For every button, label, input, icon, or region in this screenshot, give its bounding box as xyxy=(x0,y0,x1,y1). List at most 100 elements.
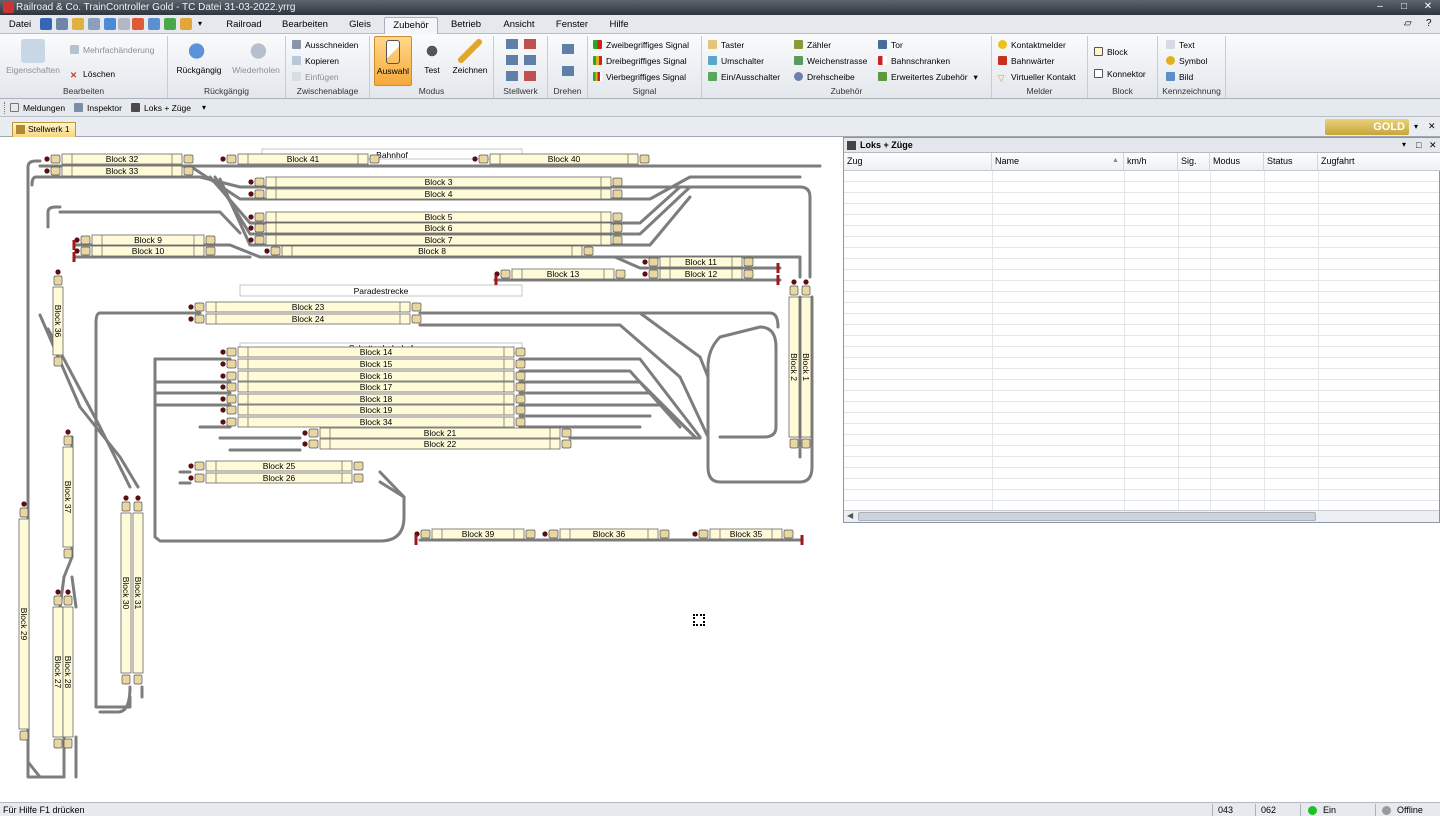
block-marker[interactable] xyxy=(353,473,364,483)
block-marker[interactable] xyxy=(254,212,265,222)
table-row[interactable] xyxy=(844,479,1439,490)
scroll-thumb[interactable] xyxy=(858,512,1316,521)
table-row[interactable] xyxy=(844,303,1439,314)
block-marker[interactable] xyxy=(226,405,237,415)
umschalter-button[interactable]: Umschalter xyxy=(708,55,764,67)
block-marker[interactable] xyxy=(411,302,422,312)
save-icon[interactable] xyxy=(40,18,52,30)
block-marker[interactable] xyxy=(515,417,526,427)
table-row[interactable] xyxy=(844,457,1439,468)
signal-icon[interactable] xyxy=(65,589,71,595)
tab-stellwerk-1[interactable]: Stellwerk 1 xyxy=(12,122,76,137)
help-icon[interactable]: ? xyxy=(1426,18,1432,29)
vierbegriffiges-signal-button[interactable]: Vierbegriffiges Signal xyxy=(593,71,686,83)
column-name[interactable]: Name xyxy=(992,153,1124,171)
signal-icon[interactable] xyxy=(264,248,270,254)
meldungen-button[interactable]: Meldungen xyxy=(10,102,65,114)
ausschneiden-button[interactable]: Ausschneiden xyxy=(292,39,358,51)
symbol-button[interactable]: Symbol xyxy=(1166,55,1207,67)
block-marker[interactable] xyxy=(63,738,73,749)
block-marker[interactable] xyxy=(226,417,237,427)
table-row[interactable] xyxy=(844,435,1439,446)
block-marker[interactable] xyxy=(19,730,29,741)
block-marker[interactable] xyxy=(63,435,73,446)
table-row[interactable] xyxy=(844,380,1439,391)
redo-icon[interactable] xyxy=(118,18,130,30)
panel-maximize-icon[interactable]: □ xyxy=(1416,138,1421,152)
tab-bearbeiten[interactable]: Bearbeiten xyxy=(276,17,334,34)
block-marker[interactable] xyxy=(648,269,659,279)
block-marker[interactable] xyxy=(254,189,265,199)
block-marker[interactable] xyxy=(525,529,536,539)
table-row[interactable] xyxy=(844,446,1439,457)
table-row[interactable] xyxy=(844,325,1439,336)
block-marker[interactable] xyxy=(63,595,73,606)
bahnwaerter-button[interactable]: Bahnwärter xyxy=(998,55,1054,67)
signal-icon[interactable] xyxy=(188,463,194,469)
stop-icon[interactable] xyxy=(132,18,144,30)
bild-button[interactable]: Bild xyxy=(1166,71,1193,83)
block-marker[interactable] xyxy=(743,269,754,279)
erweitertes-zubehoer-button[interactable]: Erweitertes Zubehör ▾ xyxy=(878,71,978,83)
dreibegriffiges-signal-button[interactable]: Dreibegriffiges Signal xyxy=(593,55,687,67)
taster-button[interactable]: Taster xyxy=(708,39,744,51)
signal-icon[interactable] xyxy=(188,316,194,322)
signal-icon[interactable] xyxy=(188,475,194,481)
signal-icon[interactable] xyxy=(803,279,809,285)
turnout-3way-icon[interactable] xyxy=(524,55,536,65)
block-marker[interactable] xyxy=(194,314,205,324)
block-marker[interactable] xyxy=(205,235,216,245)
block-marker[interactable] xyxy=(50,166,61,176)
power-status[interactable]: Ein xyxy=(1308,804,1336,816)
signal-icon[interactable] xyxy=(542,531,548,537)
block-marker[interactable] xyxy=(270,246,281,256)
block-marker[interactable] xyxy=(369,154,380,164)
text-button[interactable]: Text xyxy=(1166,39,1195,51)
signal-icon[interactable] xyxy=(220,361,226,367)
tool-icon[interactable] xyxy=(72,18,84,30)
signal-icon[interactable] xyxy=(302,441,308,447)
signal-icon[interactable] xyxy=(248,237,254,243)
column-sig[interactable]: Sig. xyxy=(1178,153,1210,171)
crossing-icon[interactable] xyxy=(506,71,518,81)
signal-icon[interactable] xyxy=(248,179,254,185)
block-marker[interactable] xyxy=(478,154,489,164)
tab-ansicht[interactable]: Ansicht xyxy=(496,17,542,34)
block-marker[interactable] xyxy=(659,529,670,539)
table-row[interactable] xyxy=(844,259,1439,270)
block-marker[interactable] xyxy=(420,529,431,539)
table-row[interactable] xyxy=(844,270,1439,281)
column-modus[interactable]: Modus xyxy=(1210,153,1264,171)
signal-icon[interactable] xyxy=(642,259,648,265)
table-row[interactable] xyxy=(844,281,1439,292)
kopieren-button[interactable]: Kopieren xyxy=(292,55,339,67)
panel-close-icon[interactable]: ✕ xyxy=(1429,138,1437,152)
table-row[interactable] xyxy=(844,358,1439,369)
signal-icon[interactable] xyxy=(692,531,698,537)
turnout-right-icon[interactable] xyxy=(524,39,536,49)
block-marker[interactable] xyxy=(801,438,811,449)
tab-railroad[interactable]: Railroad xyxy=(218,17,270,34)
block-marker[interactable] xyxy=(648,257,659,267)
zeichnen-button[interactable]: Zeichnen xyxy=(450,36,490,75)
rotate-left-icon[interactable] xyxy=(562,44,574,54)
block-marker[interactable] xyxy=(515,394,526,404)
block-marker[interactable] xyxy=(612,189,623,199)
signal-icon[interactable] xyxy=(44,156,50,162)
table-row[interactable] xyxy=(844,336,1439,347)
block-marker[interactable] xyxy=(226,394,237,404)
table-row[interactable] xyxy=(844,193,1439,204)
block-marker[interactable] xyxy=(226,382,237,392)
column-zug[interactable]: Zug xyxy=(844,153,992,171)
block-marker[interactable] xyxy=(254,235,265,245)
window-icon[interactable] xyxy=(88,18,100,30)
close-button[interactable]: ✕ xyxy=(1416,0,1440,15)
block-marker[interactable] xyxy=(548,529,559,539)
rotate-right-icon[interactable] xyxy=(562,66,574,76)
table-row[interactable] xyxy=(844,369,1439,380)
block-marker[interactable] xyxy=(561,439,572,449)
signal-icon[interactable] xyxy=(248,214,254,220)
block-marker[interactable] xyxy=(411,314,422,324)
signal-icon[interactable] xyxy=(642,271,648,277)
table-row[interactable] xyxy=(844,237,1439,248)
